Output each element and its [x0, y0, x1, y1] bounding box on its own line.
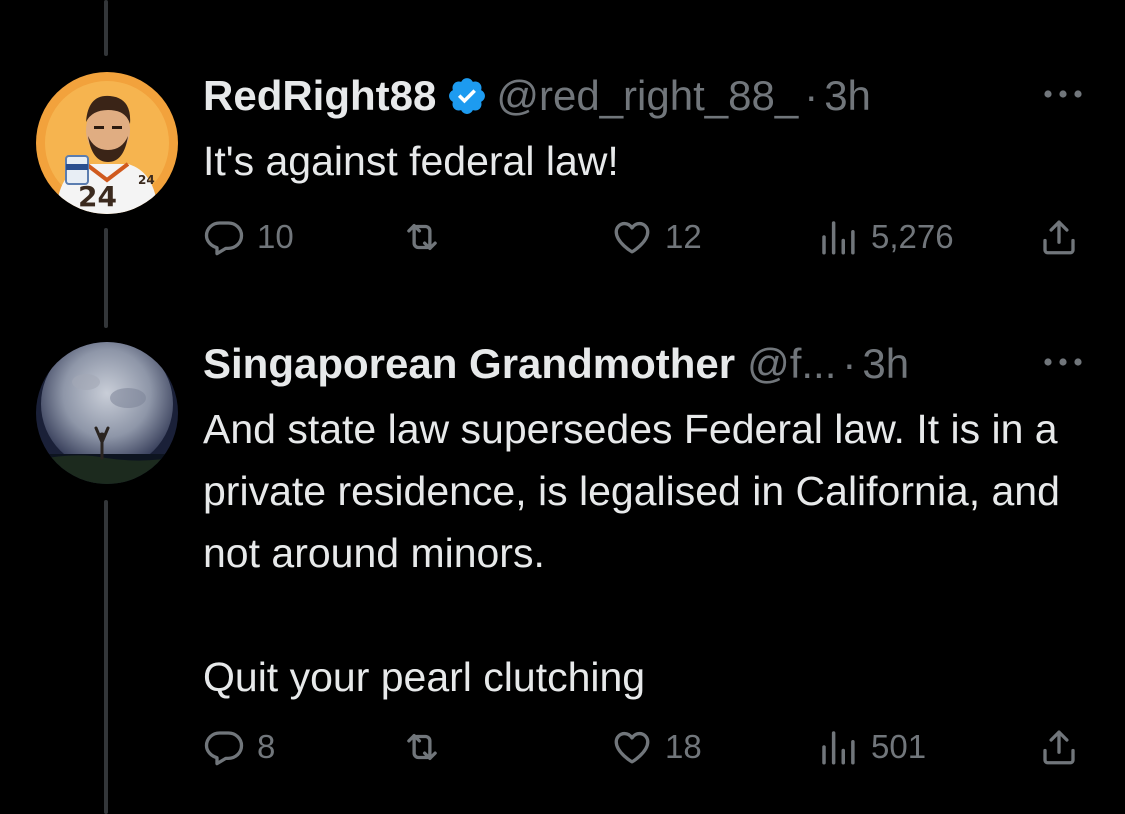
- display-name[interactable]: RedRight88: [203, 70, 436, 122]
- svg-text:24: 24: [138, 173, 155, 187]
- views-button[interactable]: 501: [817, 722, 926, 772]
- separator-dot: ·: [804, 72, 819, 119]
- retweet-button[interactable]: [401, 212, 455, 262]
- tweet-header: Singaporean Grandmother @f... · 3h: [203, 338, 909, 390]
- timestamp[interactable]: 3h: [824, 70, 871, 122]
- views-icon: [817, 726, 859, 768]
- tweet-text-paragraph: And state law supersedes Federal law. It…: [203, 406, 1060, 576]
- tweet-text-paragraph: It's against federal law!: [203, 138, 619, 184]
- like-count: 18: [665, 728, 702, 765]
- share-button[interactable]: [1038, 212, 1080, 262]
- like-count: 12: [665, 218, 702, 255]
- timestamp[interactable]: 3h: [862, 338, 909, 390]
- retweet-icon: [401, 216, 443, 258]
- reply-icon: [203, 216, 245, 258]
- share-icon: [1038, 216, 1080, 258]
- view-count: 501: [871, 728, 927, 765]
- avatar[interactable]: [36, 342, 178, 484]
- views-button[interactable]: 5,276: [817, 212, 954, 262]
- display-name[interactable]: Singaporean Grandmother: [203, 338, 735, 390]
- heart-icon: [611, 216, 653, 258]
- avatar[interactable]: 24 24: [36, 72, 178, 214]
- like-button[interactable]: 12: [611, 212, 702, 262]
- action-bar: 8 18 501: [203, 722, 1088, 772]
- tweet-text: And state law supersedes Federal law. It…: [203, 398, 1073, 708]
- heart-icon: [611, 726, 653, 768]
- like-button[interactable]: 18: [611, 722, 702, 772]
- reply-button[interactable]: 8: [203, 722, 275, 772]
- verified-badge-icon: [446, 75, 488, 117]
- reply-icon: [203, 726, 245, 768]
- handle[interactable]: @red_right_88_: [496, 70, 798, 122]
- reply-button[interactable]: 10: [203, 212, 294, 262]
- share-icon: [1038, 726, 1080, 768]
- action-bar: 10 12 5,276: [203, 212, 1088, 262]
- tweet-text: It's against federal law!: [203, 130, 1083, 192]
- tweet-text-paragraph: Quit your pearl clutching: [203, 654, 646, 700]
- view-count: 5,276: [871, 218, 954, 255]
- thread-view: 24 24 RedRight88 @red_right_88_ · 3h It'…: [0, 0, 1125, 814]
- thread-connector-line: [104, 500, 108, 814]
- retweet-icon: [401, 726, 443, 768]
- separator-dot: ·: [842, 340, 857, 387]
- retweet-button[interactable]: [401, 722, 455, 772]
- views-icon: [817, 216, 859, 258]
- thread-connector-line: [104, 0, 108, 56]
- thread-connector-line: [104, 228, 108, 328]
- reply-count: 10: [257, 218, 294, 255]
- more-icon[interactable]: [1041, 84, 1085, 104]
- more-icon[interactable]: [1041, 352, 1085, 372]
- handle[interactable]: @f...: [747, 338, 836, 390]
- reply-count: 8: [257, 728, 276, 765]
- share-button[interactable]: [1038, 722, 1080, 772]
- tweet-header: RedRight88 @red_right_88_ · 3h: [203, 70, 871, 122]
